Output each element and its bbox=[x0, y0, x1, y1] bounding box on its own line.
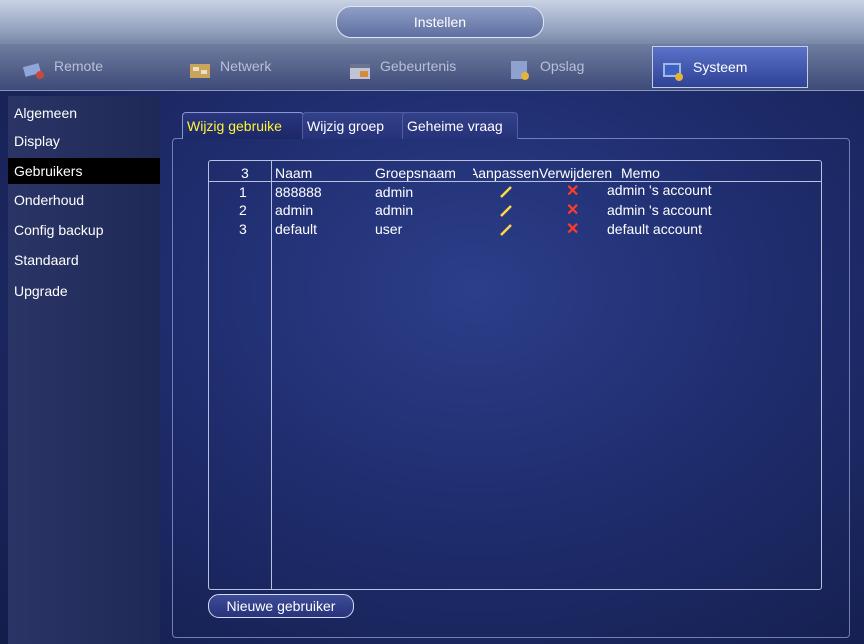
edit-icon[interactable] bbox=[499, 185, 513, 199]
window-title: Instellen bbox=[336, 6, 544, 38]
network-icon bbox=[188, 56, 212, 78]
sidebar-item-algemeen[interactable]: Algemeen bbox=[8, 100, 160, 126]
row-index: 2 bbox=[239, 202, 247, 218]
sidebar-item-onderhoud[interactable]: Onderhoud bbox=[8, 187, 160, 213]
row-memo: admin 's account bbox=[607, 182, 712, 198]
user-count: 3 bbox=[241, 165, 249, 181]
edit-icon[interactable] bbox=[499, 204, 513, 218]
sidebar-item-gebruikers[interactable]: Gebruikers bbox=[8, 158, 160, 184]
tab-opslag[interactable]: Opslag bbox=[500, 46, 648, 86]
tab-opslag-label: Opslag bbox=[540, 58, 585, 74]
row-name: 888888 bbox=[275, 184, 322, 200]
tab-wijzig-groep[interactable]: Wijzig groep bbox=[302, 112, 408, 139]
row-index: 1 bbox=[239, 184, 247, 200]
row-name: admin bbox=[275, 202, 314, 218]
tab-netwerk-label: Netwerk bbox=[220, 58, 272, 74]
delete-icon[interactable]: ✕ bbox=[566, 222, 580, 238]
row-group: user bbox=[375, 221, 403, 237]
row-name: default bbox=[275, 221, 318, 237]
tab-systeem-label: Systeem bbox=[693, 59, 748, 75]
delete-icon[interactable]: ✕ bbox=[566, 184, 580, 200]
tab-gebeurtenis[interactable]: Gebeurtenis bbox=[340, 46, 488, 86]
sidebar-item-display[interactable]: Display bbox=[8, 128, 160, 154]
tab-remote-label: Remote bbox=[54, 58, 104, 74]
sidebar-item-standaard[interactable]: Standaard bbox=[8, 247, 160, 273]
top-bar: Instellen bbox=[0, 0, 864, 44]
header-memo: Memo bbox=[621, 165, 660, 181]
row-memo: admin 's account bbox=[607, 202, 712, 218]
remote-icon bbox=[22, 56, 46, 79]
users-table: 3 Naam Groepsnaam Aanpassen Verwijderen … bbox=[208, 160, 822, 590]
header-delete: Verwijderen bbox=[539, 165, 613, 181]
main-tab-bar: Remote Netwerk Gebeurtenis Opslag Systee… bbox=[0, 44, 864, 91]
tab-remote[interactable]: Remote bbox=[14, 46, 162, 86]
header-name: Naam bbox=[275, 165, 313, 181]
system-icon bbox=[661, 57, 685, 81]
storage-icon bbox=[508, 56, 532, 80]
header-edit: Aanpassen bbox=[473, 165, 539, 181]
tab-wijzig-gebruiker[interactable]: Wijzig gebruike bbox=[182, 112, 304, 139]
row-group: admin bbox=[375, 184, 414, 200]
sidebar-item-config-backup[interactable]: Config backup bbox=[8, 217, 160, 243]
tab-gebeurtenis-label: Gebeurtenis bbox=[380, 58, 457, 74]
new-user-button[interactable]: Nieuwe gebruiker bbox=[208, 594, 354, 618]
setup-screen: Instellen Remote Netwerk Gebeurtenis Ops… bbox=[0, 0, 864, 644]
header-group: Groepsnaam bbox=[375, 165, 456, 181]
row-memo: default account bbox=[607, 221, 702, 237]
sidebar-item-upgrade[interactable]: Upgrade bbox=[8, 278, 160, 304]
row-index: 3 bbox=[239, 221, 247, 237]
tab-netwerk[interactable]: Netwerk bbox=[180, 46, 328, 86]
column-divider bbox=[271, 161, 272, 589]
tab-systeem[interactable]: Systeem bbox=[652, 46, 808, 88]
tab-geheime-vraag[interactable]: Geheime vraag bbox=[402, 112, 518, 139]
event-icon bbox=[348, 56, 372, 79]
delete-icon[interactable]: ✕ bbox=[566, 203, 580, 219]
row-group: admin bbox=[375, 202, 414, 218]
sidebar: Algemeen Display Gebruikers Onderhoud Co… bbox=[8, 96, 160, 644]
edit-icon[interactable] bbox=[499, 223, 513, 237]
